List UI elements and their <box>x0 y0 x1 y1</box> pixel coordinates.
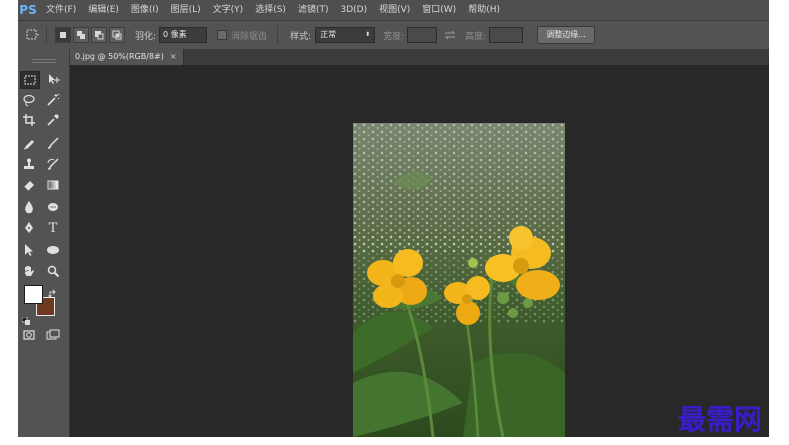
chevron-updown-icon: ⬍ <box>365 31 371 38</box>
history-brush-icon[interactable] <box>44 156 62 172</box>
close-icon[interactable]: × <box>170 52 177 61</box>
healing-brush-icon[interactable] <box>20 135 38 151</box>
style-label: 样式: <box>290 31 312 42</box>
pen-icon[interactable] <box>20 220 38 236</box>
feather-input[interactable]: 0 像素 <box>159 27 208 43</box>
ellipse-shape-icon[interactable] <box>44 242 62 258</box>
menu-window[interactable]: 窗口(W) <box>416 0 462 20</box>
new-selection-button[interactable] <box>55 27 71 43</box>
ps-logo: PS <box>19 3 37 17</box>
style-value: 正常 <box>320 30 337 39</box>
crop-icon[interactable] <box>20 112 38 128</box>
lasso-icon[interactable] <box>20 92 38 108</box>
width-label: 宽度: <box>383 31 405 42</box>
intersect-selection-button[interactable] <box>109 27 125 43</box>
menu-help[interactable]: 帮助(H) <box>462 0 506 20</box>
document-tab-title: 0.jpg @ 50%(RGB/8#) <box>75 52 164 61</box>
canvas-image[interactable] <box>353 123 565 437</box>
menu-view[interactable]: 视图(V) <box>373 0 416 20</box>
rect-marquee-icon[interactable] <box>20 71 40 89</box>
hand-icon[interactable] <box>20 263 38 279</box>
type-icon-glyph: T <box>48 220 58 236</box>
tool-preset-icon[interactable] <box>26 28 40 42</box>
default-colors-icon[interactable] <box>21 310 30 325</box>
subtract-selection-button[interactable] <box>91 27 107 43</box>
style-select[interactable]: 正常 ⬍ <box>315 27 376 43</box>
clone-stamp-icon[interactable] <box>20 156 38 172</box>
eyedropper-icon[interactable] <box>44 112 62 128</box>
menu-3d[interactable]: 3D(D) <box>334 0 373 20</box>
magic-wand-icon[interactable] <box>44 92 62 108</box>
divider <box>277 26 279 44</box>
menu-type[interactable]: 文字(Y) <box>207 0 250 20</box>
quick-mask-icon[interactable] <box>20 327 38 343</box>
refine-edge-button[interactable]: 调整边缘... <box>537 26 595 44</box>
eraser-icon[interactable] <box>20 177 38 193</box>
zoom-icon[interactable] <box>44 263 62 279</box>
menu-bar: PS 文件(F) 编辑(E) 图像(I) 图层(L) 文字(Y) 选择(S) 滤… <box>18 0 769 20</box>
menu-filter[interactable]: 滤镜(T) <box>292 0 335 20</box>
options-bar: 羽化: 0 像素 消除锯齿 样式: 正常 ⬍ 宽度: 高度: 调整边缘... <box>18 20 769 50</box>
document-tab-bar: 0.jpg @ 50%(RGB/8#) × <box>18 49 769 65</box>
divider <box>46 26 47 44</box>
swap-colors-icon[interactable] <box>48 284 58 298</box>
brush-icon[interactable] <box>44 135 62 151</box>
photoshop-window: PS 文件(F) 编辑(E) 图像(I) 图层(L) 文字(Y) 选择(S) 滤… <box>18 0 769 437</box>
antialias-checkbox[interactable] <box>217 30 228 40</box>
path-selection-icon[interactable] <box>20 242 38 258</box>
blur-icon[interactable] <box>20 199 38 215</box>
menu-layer[interactable]: 图层(L) <box>165 0 207 20</box>
antialias-label: 消除锯齿 <box>231 31 268 42</box>
type-icon[interactable]: T <box>44 220 62 236</box>
height-label: 高度: <box>465 31 487 42</box>
gradient-icon[interactable] <box>44 177 62 193</box>
flower-photo <box>353 123 565 437</box>
screen-mode-icon[interactable] <box>44 327 62 343</box>
add-selection-button[interactable] <box>73 27 89 43</box>
feather-label: 羽化: <box>135 31 157 42</box>
menu-image[interactable]: 图像(I) <box>125 0 165 20</box>
foreground-color-swatch[interactable] <box>24 285 43 304</box>
toolbox-grip[interactable] <box>32 59 56 63</box>
swap-dimensions-icon[interactable] <box>443 28 457 42</box>
width-input[interactable] <box>407 27 438 43</box>
menu-file[interactable]: 文件(F) <box>40 0 82 20</box>
watermark-logo: 最需网 <box>678 403 763 436</box>
document-tab[interactable]: 0.jpg @ 50%(RGB/8#) × <box>69 49 184 65</box>
menu-edit[interactable]: 编辑(E) <box>82 0 125 20</box>
menu-select[interactable]: 选择(S) <box>249 0 292 20</box>
dodge-icon[interactable] <box>44 199 62 215</box>
move-icon[interactable] <box>44 71 62 87</box>
height-input[interactable] <box>489 27 524 43</box>
toolbox: T <box>18 49 70 437</box>
